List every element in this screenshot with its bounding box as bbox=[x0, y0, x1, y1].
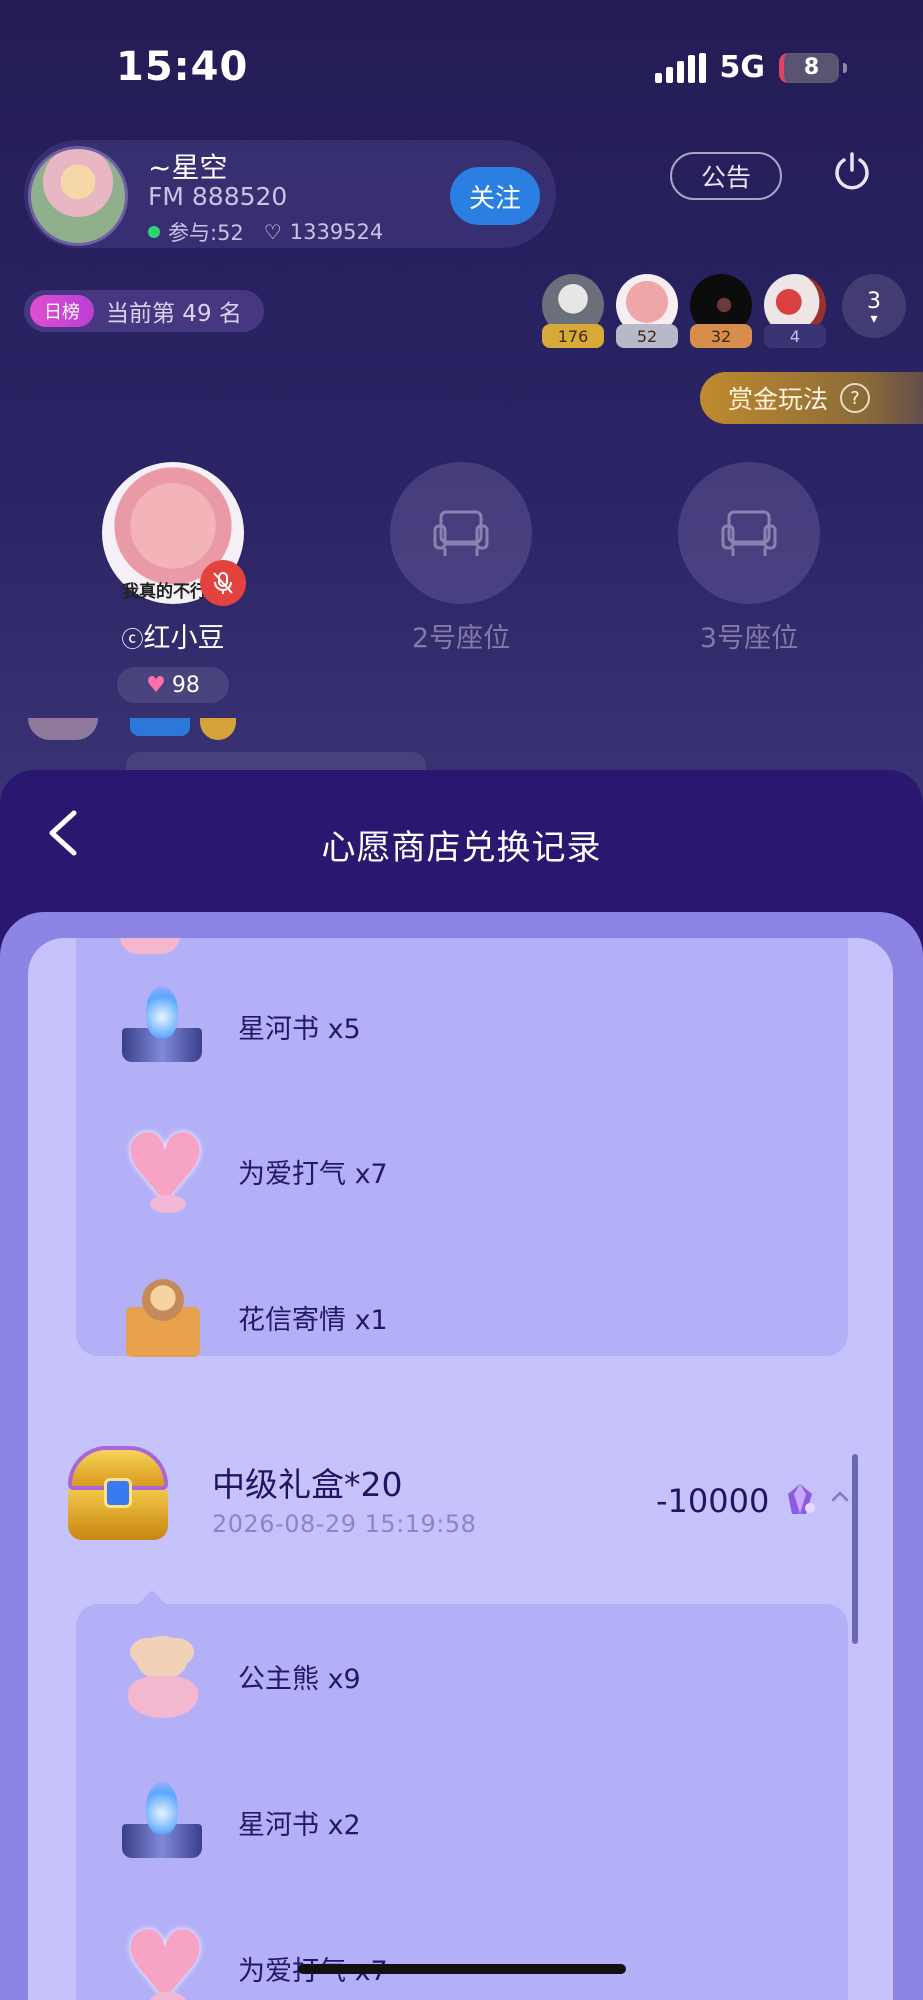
record-list[interactable]: 星河书 x5 为爱打气 x7 花信寄情 x1 中级礼盒*20 2026-08-2… bbox=[28, 938, 893, 2000]
online-dot-icon bbox=[148, 226, 160, 238]
gift-item: 为爱打气 x7 bbox=[116, 1910, 388, 2000]
room-avatar[interactable] bbox=[28, 146, 128, 246]
charm-badge: ♥ 98 bbox=[117, 667, 229, 703]
viewer-avatar[interactable]: 176 bbox=[542, 274, 604, 348]
battery-tip bbox=[843, 62, 847, 73]
chat-coin-icon bbox=[200, 718, 236, 740]
more-viewers-button[interactable]: 3 ▾ bbox=[842, 274, 906, 338]
viewer-list: 176 52 32 4 3 ▾ bbox=[542, 274, 906, 348]
mic-off-icon bbox=[200, 560, 246, 606]
book-icon bbox=[116, 1776, 208, 1868]
empty-seat-circle[interactable] bbox=[390, 462, 532, 604]
seat-3[interactable]: 3号座位 bbox=[678, 462, 820, 655]
chat-role-tag bbox=[130, 718, 190, 736]
empty-seat-circle[interactable] bbox=[678, 462, 820, 604]
charm-value: 98 bbox=[171, 672, 200, 698]
gift-name: 星河书 x2 bbox=[238, 1809, 361, 1841]
bounty-play-button[interactable]: 赏金玩法 ? bbox=[700, 372, 923, 424]
gift-item: 为爱打气 x7 bbox=[116, 1113, 388, 1225]
signal-icon bbox=[654, 52, 706, 83]
viewer-count: 52 bbox=[616, 324, 678, 348]
gift-name: 花信寄情 x1 bbox=[238, 1304, 388, 1336]
gift-item: 星河书 x5 bbox=[116, 976, 361, 1076]
heart-icon: ♥ bbox=[146, 672, 166, 698]
notice-button[interactable]: 公告 bbox=[670, 152, 782, 200]
gift-detail-panel: 星河书 x5 为爱打气 x7 花信寄情 x1 bbox=[76, 938, 848, 1357]
gift-name: 星河书 x5 bbox=[238, 1013, 361, 1045]
order-title: 中级礼盒*20 bbox=[212, 1465, 403, 1504]
book-icon bbox=[116, 980, 208, 1072]
home-indicator[interactable] bbox=[298, 1964, 626, 1974]
heart-icon bbox=[116, 1113, 208, 1225]
avatar-caption: 我真的不行 bbox=[122, 582, 207, 602]
status-time: 15:40 bbox=[116, 44, 249, 90]
exchange-record-sheet: 心愿商店兑换记录 星河书 x5 为爱打气 x7 花信寄情 x1 bbox=[0, 770, 923, 2000]
room-fm-number: FM 888520 bbox=[148, 182, 288, 211]
sheet-title: 心愿商店兑换记录 bbox=[321, 828, 602, 868]
panel-pointer bbox=[138, 1590, 166, 1604]
chevron-up-icon[interactable] bbox=[828, 1484, 852, 1508]
viewer-count: 176 bbox=[542, 324, 604, 348]
scrollbar[interactable] bbox=[852, 1454, 858, 1644]
record-list-container: 星河书 x5 为爱打气 x7 花信寄情 x1 中级礼盒*20 2026-08-2… bbox=[0, 912, 923, 2000]
host-name: ⓒ红小豆 bbox=[102, 616, 244, 655]
host-name-text: 红小豆 bbox=[143, 623, 225, 654]
armchair-icon bbox=[721, 510, 777, 556]
viewer-count: 4 bbox=[764, 324, 826, 348]
seat-2[interactable]: 2号座位 bbox=[390, 462, 532, 655]
treasure-chest-icon bbox=[64, 1444, 172, 1544]
room-name: ~星空 bbox=[148, 151, 228, 184]
heart-icon bbox=[116, 1910, 208, 2000]
order-amount: -10000 bbox=[656, 1482, 770, 1520]
gift-name: 为爱打气 x7 bbox=[238, 1158, 388, 1190]
chat-avatar bbox=[28, 718, 98, 740]
viewer-avatar[interactable]: 52 bbox=[616, 274, 678, 348]
gift-detail-panel: 公主熊 x9 星河书 x2 为爱打气 x7 bbox=[76, 1604, 848, 2000]
gift-item: 公主熊 x9 bbox=[116, 1626, 361, 1726]
seat-label: 3号座位 bbox=[699, 623, 799, 654]
seat-label: 2号座位 bbox=[411, 623, 511, 654]
rank-text: 当前第 49 名 bbox=[106, 301, 242, 327]
order-time: 2026-08-29 15:19:58 bbox=[212, 1510, 477, 1538]
power-icon[interactable] bbox=[830, 150, 874, 194]
gift-item: 星河书 x2 bbox=[116, 1772, 361, 1872]
network-type: 5G bbox=[719, 50, 766, 85]
follow-button[interactable]: 关注 bbox=[450, 167, 540, 225]
room-stats: 参与:52 ♡ 1339524 bbox=[148, 217, 383, 247]
daily-rank-pill[interactable]: 日榜 当前第 49 名 bbox=[24, 290, 264, 332]
crystal-currency-icon bbox=[788, 1484, 815, 1514]
help-icon[interactable]: ? bbox=[840, 383, 871, 413]
verified-icon: ⓒ bbox=[121, 628, 144, 653]
viewer-count: 32 bbox=[690, 324, 752, 348]
viewer-avatar[interactable]: 4 bbox=[764, 274, 826, 348]
chevron-down-icon: ▾ bbox=[870, 310, 878, 327]
exchange-record-row[interactable]: 中级礼盒*20 2026-08-29 15:19:58 -10000 bbox=[28, 1438, 893, 1558]
envelope-icon bbox=[116, 1271, 208, 1363]
gift-name: 公主熊 x9 bbox=[238, 1663, 361, 1695]
armchair-icon bbox=[433, 510, 489, 556]
heart-icon: ♡ bbox=[263, 220, 282, 244]
gift-item: 花信寄情 x1 bbox=[116, 1267, 388, 1367]
host-seat[interactable]: 我真的不行 ⓒ红小豆 ♥ 98 bbox=[102, 462, 246, 703]
bounty-label: 赏金玩法 bbox=[728, 385, 829, 414]
host-avatar[interactable]: 我真的不行 bbox=[102, 462, 246, 606]
more-viewers-count: 3 bbox=[867, 288, 881, 314]
status-icons: 5G 8 bbox=[654, 50, 847, 85]
likes-count: 1339524 bbox=[289, 220, 384, 244]
viewer-avatar[interactable]: 32 bbox=[690, 274, 752, 348]
bear-icon bbox=[116, 1630, 208, 1722]
gift-icon-partial bbox=[120, 938, 180, 954]
battery-icon: 8 bbox=[779, 52, 839, 83]
participants-count: 参与:52 bbox=[168, 221, 244, 245]
rank-badge: 日榜 bbox=[30, 295, 94, 327]
chat-bubble bbox=[126, 752, 426, 772]
